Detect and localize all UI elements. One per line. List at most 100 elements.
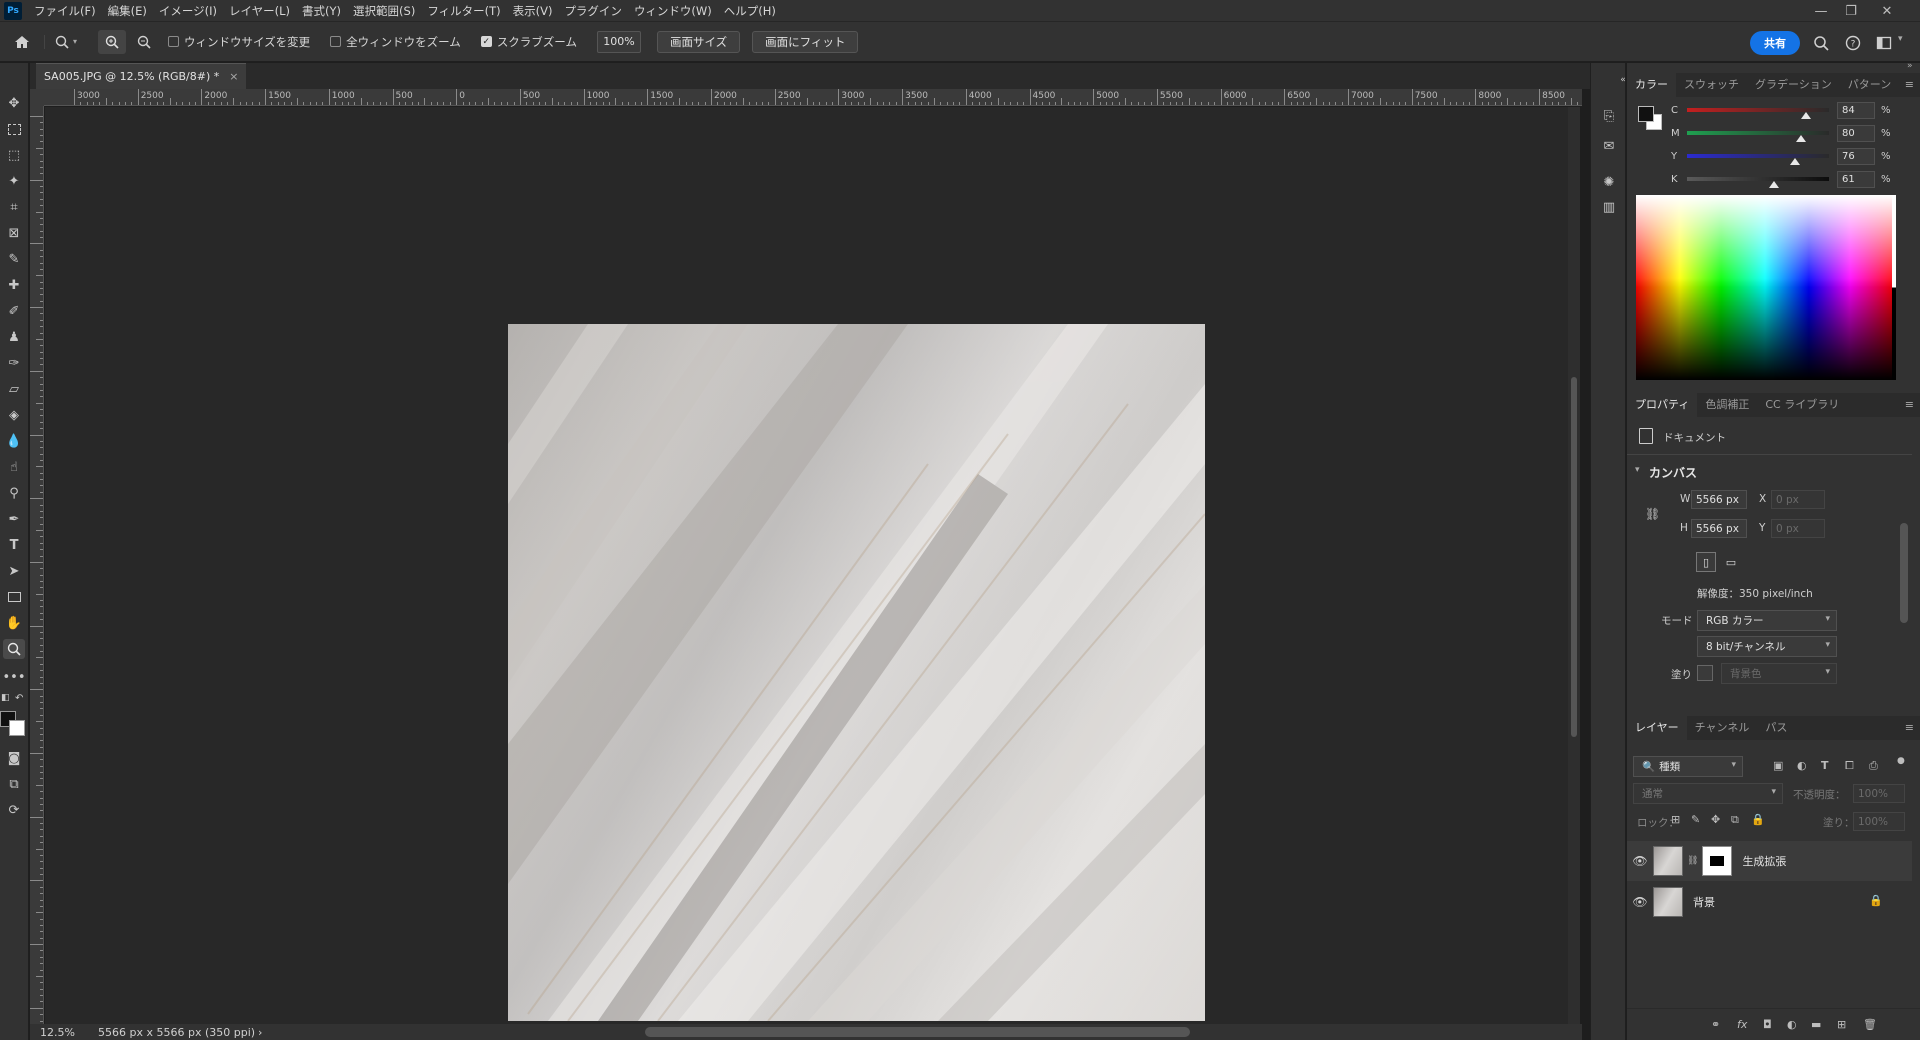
delete-layer-icon[interactable]: 🗑 bbox=[1863, 1018, 1877, 1031]
vertical-scrollbar[interactable] bbox=[1568, 107, 1580, 1024]
eraser-tool-icon[interactable]: ▱ bbox=[3, 379, 25, 399]
dodge-tool-icon[interactable]: ⚲ bbox=[3, 483, 25, 503]
type-tool-icon[interactable]: T bbox=[3, 535, 25, 555]
y-field[interactable]: 0 px bbox=[1771, 519, 1825, 538]
help-icon[interactable]: ? bbox=[1845, 35, 1861, 51]
scrubby-zoom-option[interactable]: ✓ スクラブズーム bbox=[480, 34, 577, 50]
fx-icon[interactable]: fx bbox=[1737, 1018, 1747, 1031]
move-tool-icon[interactable]: ✥ bbox=[3, 93, 25, 113]
layer-row-generative[interactable]: 👁 ⛓ 生成拡張 bbox=[1627, 841, 1912, 881]
chevron-down-icon[interactable]: ▾ bbox=[1635, 465, 1640, 475]
clone-stamp-tool-icon[interactable]: ♟ bbox=[3, 327, 25, 347]
landscape-orientation-icon[interactable]: ▭ bbox=[1721, 552, 1741, 572]
filter-shape-icon[interactable]: ⧠ bbox=[1845, 759, 1854, 773]
link-icon[interactable]: ⛓ bbox=[1645, 507, 1660, 521]
zoom-all-option[interactable]: 全ウィンドウをズーム bbox=[330, 34, 461, 50]
vertical-scroll-thumb[interactable] bbox=[1571, 377, 1577, 737]
menu-layer[interactable]: レイヤー(L) bbox=[223, 0, 296, 22]
filter-adjustment-icon[interactable]: ◐ bbox=[1797, 759, 1807, 772]
screen-mode-icon[interactable]: ⧉ bbox=[3, 774, 25, 794]
resize-windows-checkbox[interactable] bbox=[168, 36, 179, 47]
brush-settings-panel-icon[interactable]: ✺ bbox=[1600, 173, 1618, 191]
width-field[interactable]: 5566 px bbox=[1691, 490, 1747, 509]
menu-select[interactable]: 選択範囲(S) bbox=[347, 0, 421, 22]
menu-type[interactable]: 書式(Y) bbox=[296, 0, 347, 22]
filter-toggle-icon[interactable]: ● bbox=[1897, 756, 1905, 766]
eyedropper-tool-icon[interactable]: ✎ bbox=[3, 249, 25, 269]
slider-y-knob[interactable] bbox=[1789, 158, 1800, 165]
magic-wand-tool-icon[interactable]: ✦ bbox=[3, 171, 25, 191]
zoom-out-button[interactable] bbox=[130, 30, 158, 54]
search-icon[interactable] bbox=[1813, 35, 1829, 51]
document-image[interactable] bbox=[508, 324, 1205, 1021]
slider-m-track[interactable] bbox=[1687, 131, 1829, 142]
fit-screen-button[interactable]: 画面にフィット bbox=[752, 30, 859, 53]
lock-image-icon[interactable]: ✎ bbox=[1691, 813, 1700, 826]
fill-dropdown[interactable]: 背景色 ▾ bbox=[1721, 663, 1837, 684]
layer-filter-dropdown[interactable]: 🔍 種類 ▾ bbox=[1633, 756, 1743, 777]
slider-k-value[interactable]: 61 bbox=[1837, 170, 1875, 188]
lock-all-icon[interactable]: 🔒 bbox=[1751, 813, 1765, 826]
background-color-swatch[interactable] bbox=[9, 720, 25, 736]
slider-y-track[interactable] bbox=[1687, 154, 1829, 165]
close-window-button[interactable]: ✕ bbox=[1872, 0, 1902, 22]
tab-cc-libraries[interactable]: CC ライブラリ bbox=[1757, 393, 1847, 417]
path-select-tool-icon[interactable]: ➤ bbox=[3, 561, 25, 581]
edit-toolbar-icon[interactable]: ••• bbox=[3, 667, 26, 687]
color-panel-menu-icon[interactable]: ≡ bbox=[1905, 78, 1914, 91]
restore-button[interactable]: ❐ bbox=[1836, 0, 1866, 22]
history-brush-tool-icon[interactable]: ✑ bbox=[3, 353, 25, 373]
eye-icon[interactable]: 👁 bbox=[1627, 895, 1653, 909]
tab-patterns[interactable]: パターン bbox=[1840, 73, 1899, 97]
lock-position-icon[interactable]: ✥ bbox=[1711, 813, 1720, 826]
vertical-ruler[interactable] bbox=[30, 106, 44, 1024]
lock-artboard-icon[interactable]: ⧉ bbox=[1731, 813, 1739, 827]
blend-mode-dropdown[interactable]: 通常 ▾ bbox=[1633, 783, 1783, 804]
portrait-orientation-icon[interactable]: ▯ bbox=[1696, 552, 1716, 572]
menu-image[interactable]: イメージ(I) bbox=[153, 0, 223, 22]
expand-panels-icon[interactable]: » bbox=[1907, 61, 1913, 71]
properties-panel-menu-icon[interactable]: ≡ bbox=[1905, 398, 1914, 411]
slider-m-knob[interactable] bbox=[1795, 135, 1806, 142]
pen-tool-icon[interactable]: ✒ bbox=[3, 509, 25, 529]
mask-link-icon[interactable]: ⛓ bbox=[1687, 856, 1698, 866]
menu-file[interactable]: ファイル(F) bbox=[28, 0, 102, 22]
add-mask-icon[interactable]: ◘ bbox=[1763, 1018, 1772, 1031]
scrubby-zoom-checkbox[interactable]: ✓ bbox=[480, 36, 492, 47]
slider-k[interactable]: K 61 % bbox=[1671, 170, 1911, 188]
menu-plugins[interactable]: プラグイン bbox=[558, 0, 628, 22]
minimize-button[interactable]: — bbox=[1806, 0, 1836, 22]
new-layer-icon[interactable]: ⊞ bbox=[1837, 1018, 1846, 1031]
generative-icon[interactable]: ⟳ bbox=[3, 800, 25, 820]
lock-transparent-icon[interactable]: ⊞ bbox=[1671, 813, 1680, 826]
slider-m-value[interactable]: 80 bbox=[1837, 124, 1875, 142]
slider-m[interactable]: M 80 % bbox=[1671, 124, 1911, 142]
new-group-icon[interactable]: ▬ bbox=[1811, 1018, 1821, 1031]
slider-y[interactable]: Y 76 % bbox=[1671, 147, 1911, 165]
share-button[interactable]: 共有 bbox=[1750, 31, 1800, 55]
swap-colors-icon[interactable]: ◧ ↶ bbox=[0, 693, 28, 707]
panel-foreground-swatch[interactable] bbox=[1638, 106, 1654, 122]
eye-icon[interactable]: 👁 bbox=[1627, 854, 1653, 868]
home-button[interactable] bbox=[0, 34, 44, 50]
layers-panel-menu-icon[interactable]: ≡ bbox=[1905, 721, 1914, 734]
filter-type-icon[interactable]: T bbox=[1821, 759, 1829, 772]
opacity-field[interactable]: 100% bbox=[1853, 784, 1905, 803]
slider-k-knob[interactable] bbox=[1768, 181, 1779, 188]
mode-dropdown[interactable]: RGB カラー ▾ bbox=[1697, 610, 1837, 631]
workspace-chevron-icon[interactable]: ▾ bbox=[1898, 34, 1903, 44]
slider-c-value[interactable]: 84 bbox=[1837, 101, 1875, 119]
paint-bucket-tool-icon[interactable]: ◈ bbox=[3, 405, 25, 425]
histogram-panel-icon[interactable]: ▥ bbox=[1600, 198, 1618, 216]
link-layers-icon[interactable]: ⚭ bbox=[1711, 1018, 1720, 1031]
filter-pixel-icon[interactable]: ▣ bbox=[1773, 759, 1783, 772]
canvas-area[interactable] bbox=[45, 107, 1568, 1024]
menu-view[interactable]: 表示(V) bbox=[507, 0, 559, 22]
color-spectrum[interactable] bbox=[1636, 195, 1894, 380]
bit-depth-dropdown[interactable]: 8 bit/チャンネル ▾ bbox=[1697, 636, 1837, 657]
workspace-icon[interactable] bbox=[1876, 35, 1892, 51]
layer-mask-thumbnail[interactable] bbox=[1702, 846, 1733, 876]
slider-c-track[interactable] bbox=[1687, 108, 1829, 119]
history-panel-icon[interactable]: ⎘ bbox=[1600, 107, 1618, 125]
menu-edit[interactable]: 編集(E) bbox=[102, 0, 153, 22]
